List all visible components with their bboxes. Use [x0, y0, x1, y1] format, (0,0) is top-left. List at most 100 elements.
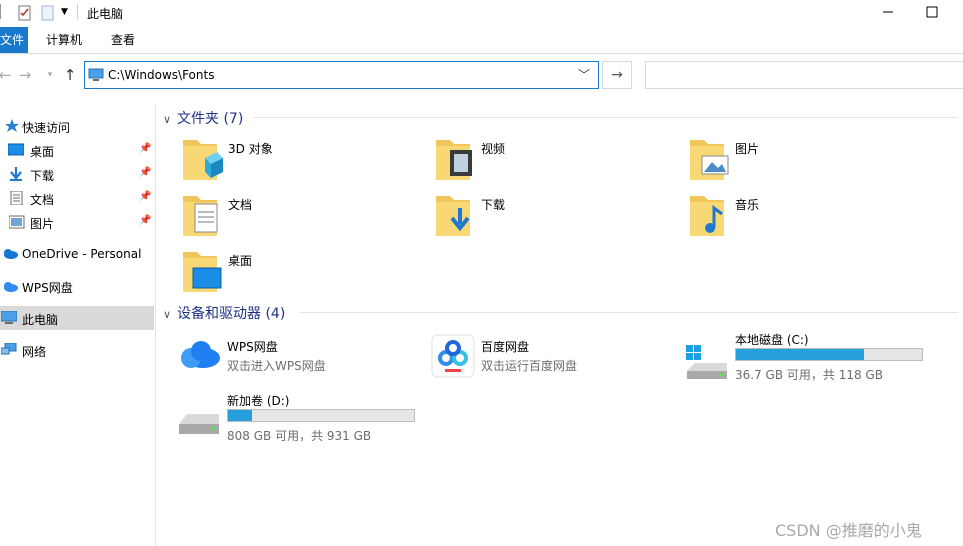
device-subtitle: 双击运行百度网盘 — [481, 359, 578, 373]
device-item-drive-c[interactable]: 本地磁盘 (C:) 36.7 GB 可用，共 118 GB — [685, 331, 945, 387]
folder-label: 音乐 — [735, 198, 760, 212]
device-name: 本地磁盘 (C:) — [735, 333, 809, 347]
folder-item-pictures[interactable]: 图片 — [690, 136, 930, 186]
folder-label: 文档 — [228, 198, 253, 212]
collapse-chevron-icon[interactable]: ∨ — [163, 113, 177, 126]
folder-item-music[interactable]: 音乐 — [690, 192, 930, 242]
pin-icon: 📌 — [139, 215, 152, 226]
drive-d-usage-fill — [228, 410, 253, 421]
music-folder-icon — [690, 196, 724, 236]
forward-arrow-icon[interactable]: → — [16, 66, 34, 84]
sidebar-item-label: 快速访问 — [22, 121, 71, 135]
pin-icon: 📌 — [139, 167, 152, 178]
wps-cloud-drive-icon — [181, 341, 220, 368]
properties-icon[interactable] — [17, 5, 33, 21]
pictures-folder-icon — [690, 140, 729, 180]
tab-view[interactable]: 查看 — [105, 27, 141, 53]
hard-drive-icon — [179, 414, 219, 434]
customize-toolbar-chevron-icon[interactable]: ▼ — [61, 7, 68, 23]
sidebar-item-label: OneDrive - Personal — [22, 247, 142, 261]
new-folder-icon[interactable] — [40, 5, 56, 21]
recent-locations-chevron-icon[interactable]: ▾ — [41, 66, 59, 84]
up-arrow-icon[interactable]: ↑ — [61, 66, 79, 84]
device-subtitle: 双击进入WPS网盘 — [227, 359, 326, 373]
address-history-chevron-icon[interactable]: ﹀ — [578, 66, 590, 83]
3d-objects-folder-icon — [183, 140, 223, 180]
search-input[interactable] — [645, 61, 963, 89]
sidebar-item-pictures[interactable]: 图片 📌 — [0, 210, 154, 234]
sidebar-item-wps-cloud[interactable]: WPS网盘 — [0, 274, 154, 298]
device-subtitle: 36.7 GB 可用，共 118 GB — [735, 368, 883, 382]
star-icon — [5, 119, 19, 132]
title-bar-divider — [0, 4, 4, 19]
device-name: WPS网盘 — [227, 340, 278, 354]
title-bar: ▼ 此电脑 — [0, 0, 963, 26]
window-title: 此电脑 — [87, 7, 124, 21]
device-name: 百度网盘 — [481, 340, 530, 354]
desktop-icon — [8, 143, 24, 156]
folder-label: 3D 对象 — [228, 142, 273, 156]
go-arrow-icon: → — [611, 67, 623, 83]
desktop-folder-icon — [183, 252, 222, 292]
download-icon — [10, 167, 22, 181]
computer-icon — [1, 311, 17, 324]
sidebar-item-label: 下载 — [30, 169, 55, 183]
device-item-wps-cloud[interactable]: WPS网盘 双击进入WPS网盘 — [177, 338, 437, 394]
sidebar-item-desktop[interactable]: 桌面 📌 — [0, 138, 154, 162]
tab-file[interactable]: 文件 — [0, 27, 28, 53]
sidebar-item-label: 图片 — [30, 217, 55, 231]
sidebar-item-downloads[interactable]: 下载 📌 — [0, 162, 154, 186]
folder-item-downloads[interactable]: 下载 — [436, 192, 676, 242]
group-divider — [300, 312, 958, 313]
watermark: CSDN @推磨的小鬼 — [775, 521, 922, 540]
device-item-baidu-netdisk[interactable]: 百度网盘 双击运行百度网盘 — [431, 334, 691, 394]
device-item-drive-d[interactable]: 新加卷 (D:) 808 GB 可用，共 931 GB — [177, 392, 437, 448]
title-separator — [77, 4, 78, 19]
sidebar-item-documents[interactable]: 文档 📌 — [0, 186, 154, 210]
sidebar-item-label: 桌面 — [30, 145, 55, 159]
downloads-folder-icon — [436, 196, 470, 236]
sidebar-item-network[interactable]: 网络 — [0, 338, 154, 362]
address-bar[interactable]: C:\Windows\Fonts ﹀ — [84, 61, 599, 89]
tab-computer[interactable]: 计算机 — [40, 27, 88, 53]
folder-label: 桌面 — [228, 254, 253, 268]
drive-d-usage-bar — [227, 409, 415, 422]
network-icon — [1, 343, 17, 355]
system-drive-icon — [686, 345, 727, 379]
folder-label: 视频 — [481, 142, 506, 156]
sidebar-item-quick-access[interactable]: 快速访问 — [0, 114, 154, 138]
folders-group-heading[interactable]: ∨ 文件夹 (7) — [163, 108, 243, 128]
folder-item-3d-objects[interactable]: 3D 对象 — [183, 136, 423, 186]
wps-cloud-icon — [4, 282, 18, 292]
picture-icon — [9, 215, 25, 229]
videos-folder-icon — [436, 140, 472, 180]
collapse-chevron-icon[interactable]: ∨ — [163, 308, 177, 321]
sidebar-item-this-pc[interactable]: 此电脑 — [0, 306, 154, 330]
folder-item-desktop[interactable]: 桌面 — [183, 248, 423, 298]
minimize-icon[interactable] — [878, 2, 898, 22]
drive-c-usage-bar — [735, 348, 923, 361]
sidebar-item-label: WPS网盘 — [22, 281, 73, 295]
devices-group-heading[interactable]: ∨ 设备和驱动器 (4) — [163, 303, 285, 323]
baidu-netdisk-icon — [431, 334, 475, 378]
this-pc-icon — [88, 68, 104, 81]
drive-c-usage-fill — [736, 349, 865, 360]
back-arrow-icon[interactable]: ← — [0, 66, 14, 84]
documents-folder-icon — [183, 196, 218, 236]
maximize-icon[interactable] — [922, 2, 942, 22]
sidebar-item-onedrive[interactable]: OneDrive - Personal — [0, 242, 154, 266]
sidebar-item-label: 文档 — [30, 193, 55, 207]
address-path[interactable]: C:\Windows\Fonts — [108, 68, 214, 82]
folder-item-documents[interactable]: 文档 — [183, 192, 423, 242]
folder-item-videos[interactable]: 视频 — [436, 136, 676, 186]
group-divider — [253, 117, 958, 118]
ribbon-tabs: 文件 计算机 查看 — [0, 27, 963, 54]
go-button[interactable]: → — [602, 61, 632, 89]
navigation-pane: 快速访问 桌面 📌 下载 📌 文档 📌 图片 📌 OneDrive - Pers… — [0, 105, 156, 546]
folders-group-title: 文件夹 (7) — [177, 111, 244, 127]
pin-icon: 📌 — [139, 191, 152, 202]
devices-group-title: 设备和驱动器 (4) — [177, 306, 286, 322]
folder-label: 下载 — [481, 198, 506, 212]
sidebar-item-label: 网络 — [22, 345, 47, 359]
sidebar-item-label: 此电脑 — [22, 313, 59, 327]
